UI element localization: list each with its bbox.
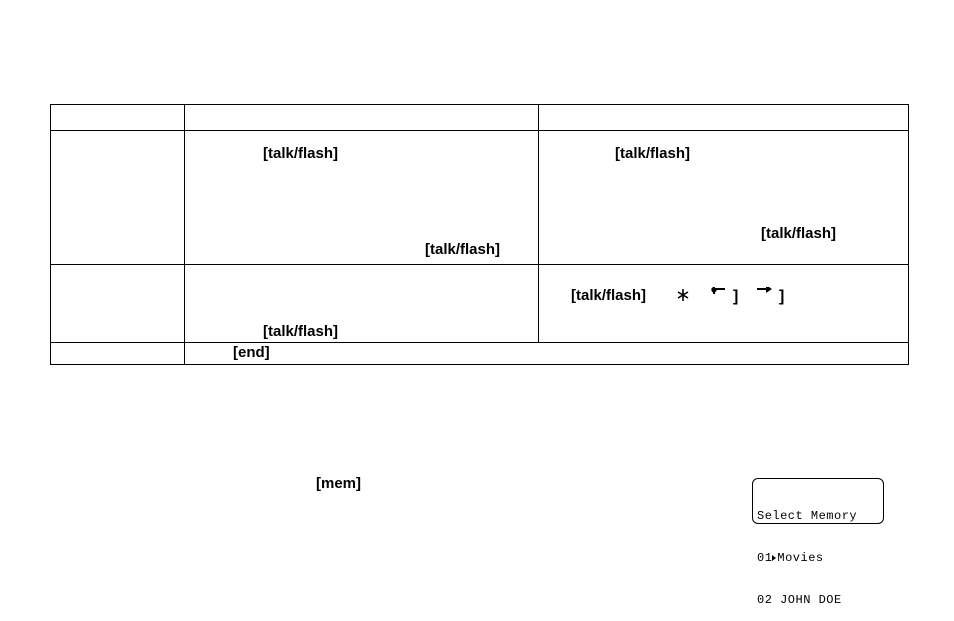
table-header-row: [51, 105, 909, 131]
feature-table: [talk/flash] [talk/flash] [talk/flash] […: [50, 104, 909, 365]
lcd-line-2: 01 Movies: [757, 551, 879, 565]
hdr-cell-3: [539, 105, 909, 131]
row4-desc-cell: [end]: [185, 343, 909, 365]
cursor-icon: [772, 555, 776, 561]
star-key-icon[interactable]: [677, 287, 689, 308]
lcd-line2-num: 01: [757, 551, 772, 565]
table-row: [talk/flash] [talk/flash] ]: [51, 265, 909, 343]
end-button[interactable]: [end]: [233, 344, 270, 362]
lcd-line2-name: Movies: [777, 551, 823, 565]
mem-button[interactable]: [mem]: [316, 475, 361, 492]
talk-flash-button[interactable]: [talk/flash]: [761, 225, 836, 243]
talk-flash-button[interactable]: [talk/flash]: [425, 241, 500, 259]
row2-col-c: [talk/flash] [talk/flash]: [539, 131, 909, 265]
table-row: [end]: [51, 343, 909, 365]
row3-col-c: [talk/flash] ]: [539, 265, 909, 343]
talk-flash-button[interactable]: [talk/flash]: [263, 145, 338, 163]
row2-label-cell: [51, 131, 185, 265]
left-arrow-icon[interactable]: ]: [711, 287, 738, 306]
talk-flash-button[interactable]: [talk/flash]: [571, 287, 646, 305]
talk-flash-button[interactable]: [talk/flash]: [263, 323, 338, 341]
hdr-cell-2: [185, 105, 539, 131]
right-arrow-glyph: [757, 287, 779, 301]
lcd-line-3: 02 JOHN DOE: [757, 593, 879, 607]
hdr-cell-1: [51, 105, 185, 131]
lcd-line-1: Select Memory: [757, 509, 879, 523]
table-row: [talk/flash] [talk/flash] [talk/flash] […: [51, 131, 909, 265]
star-glyph: [677, 287, 689, 303]
talk-flash-button[interactable]: [talk/flash]: [615, 145, 690, 163]
left-arrow-glyph: [711, 287, 733, 301]
row3-label-cell: [51, 265, 185, 343]
bracket-text: ]: [779, 288, 784, 305]
row3-col-b: [talk/flash]: [185, 265, 539, 343]
right-arrow-icon[interactable]: ]: [757, 287, 784, 306]
row2-col-b: [talk/flash] [talk/flash]: [185, 131, 539, 265]
row4-label-cell: [51, 343, 185, 365]
lcd-display: Select Memory 01Movies 02 JOHN DOE: [752, 478, 884, 524]
bracket-text: ]: [733, 288, 738, 305]
